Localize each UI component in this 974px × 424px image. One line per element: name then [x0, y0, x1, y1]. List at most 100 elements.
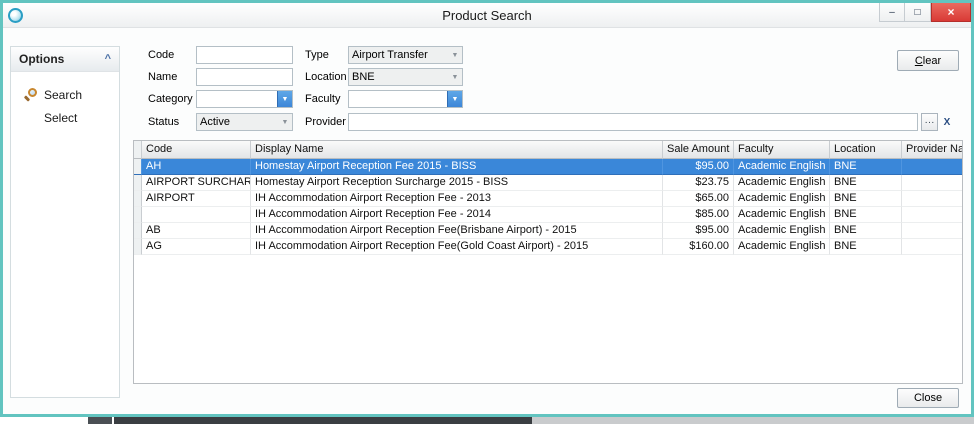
location-dropdown[interactable]: BNE ▼ [348, 68, 463, 86]
name-label: Name [148, 68, 177, 86]
cell-provider-name [902, 239, 962, 255]
cell-faculty: Academic English [734, 207, 830, 223]
column-header-code[interactable]: Code [142, 141, 251, 159]
category-dropdown[interactable]: ▼ [196, 90, 293, 108]
search-icon-glass [28, 88, 37, 97]
cell-code: AB [142, 223, 251, 239]
cell-code [142, 207, 251, 223]
desktop-background [0, 417, 974, 424]
clear-x-icon: X [944, 117, 951, 128]
category-label: Category [148, 90, 193, 108]
faculty-label: Faculty [305, 90, 340, 108]
collapse-chevron-icon[interactable]: ^ [105, 53, 111, 65]
table-row[interactable]: AG IH Accommodation Airport Reception Fe… [134, 239, 962, 255]
status-dropdown-arrow-icon[interactable]: ▼ [278, 114, 292, 130]
category-value [197, 91, 277, 107]
table-row[interactable]: AIRPORT IH Accommodation Airport Recepti… [134, 191, 962, 207]
table-row[interactable]: IH Accommodation Airport Reception Fee -… [134, 207, 962, 223]
column-header-faculty[interactable]: Faculty [734, 141, 830, 159]
type-dropdown[interactable]: Airport Transfer ▼ [348, 46, 463, 64]
close-icon: × [947, 5, 954, 19]
app-icon [8, 8, 23, 23]
faculty-dropdown-arrow-icon[interactable]: ▼ [447, 91, 462, 107]
sidebar-item-select[interactable]: Select [44, 111, 119, 125]
cell-code: AG [142, 239, 251, 255]
close-button[interactable]: Close [897, 388, 959, 408]
cell-code: AH [142, 159, 251, 175]
clear-button[interactable]: Clear [897, 50, 959, 71]
cell-location: BNE [830, 223, 902, 239]
row-marker [134, 175, 142, 191]
status-value: Active [197, 114, 278, 130]
options-panel-title: Options [19, 52, 64, 66]
code-input[interactable] [196, 46, 293, 64]
maximize-button[interactable]: □ [905, 3, 931, 22]
titlebar[interactable]: Product Search – □ × [3, 3, 971, 28]
results-grid: Code Display Name Sale Amount Faculty Lo… [133, 140, 963, 384]
table-row[interactable]: AIRPORT SURCHARGE Homestay Airport Recep… [134, 175, 962, 191]
cell-display-name: IH Accommodation Airport Reception Fee(G… [251, 239, 663, 255]
provider-clear-button[interactable]: X [940, 113, 954, 131]
status-label: Status [148, 113, 179, 131]
location-dropdown-arrow-icon[interactable]: ▼ [448, 69, 462, 85]
cell-sale-amount: $65.00 [663, 191, 734, 207]
faculty-dropdown[interactable]: ▼ [348, 90, 463, 108]
cell-sale-amount: $160.00 [663, 239, 734, 255]
client-area: Options ^ Search Select Code Name Catego… [3, 28, 971, 414]
cell-provider-name [902, 159, 962, 175]
cell-display-name: IH Accommodation Airport Reception Fee -… [251, 207, 663, 223]
faculty-value [349, 91, 447, 107]
cell-sale-amount: $85.00 [663, 207, 734, 223]
header-marker-cell [134, 141, 142, 159]
location-label: Location [305, 68, 347, 86]
code-label: Code [148, 46, 174, 64]
maximize-icon: □ [914, 7, 920, 18]
table-row[interactable]: AH Homestay Airport Reception Fee 2015 -… [134, 159, 962, 175]
type-label: Type [305, 46, 329, 64]
cell-provider-name [902, 191, 962, 207]
taskbar-fragment [88, 417, 112, 424]
sidebar-item-select-label: Select [44, 111, 77, 125]
clear-button-label: Clear [915, 55, 941, 67]
cell-faculty: Academic English [734, 159, 830, 175]
minimize-button[interactable]: – [879, 3, 905, 22]
type-dropdown-arrow-icon[interactable]: ▼ [448, 47, 462, 63]
row-marker [134, 223, 142, 239]
column-header-display-name[interactable]: Display Name [251, 141, 663, 159]
cell-display-name: IH Accommodation Airport Reception Fee(B… [251, 223, 663, 239]
search-icon [23, 88, 37, 102]
close-button-label: Close [914, 392, 942, 404]
provider-browse-button[interactable]: ··· [921, 113, 938, 131]
status-dropdown[interactable]: Active ▼ [196, 113, 293, 131]
provider-input[interactable] [348, 113, 918, 131]
minimize-icon: – [889, 7, 895, 18]
close-window-button[interactable]: × [931, 3, 971, 22]
cell-faculty: Academic English [734, 239, 830, 255]
cell-faculty: Academic English [734, 223, 830, 239]
row-marker [134, 191, 142, 207]
cell-location: BNE [830, 207, 902, 223]
cell-provider-name [902, 207, 962, 223]
column-header-location[interactable]: Location [830, 141, 902, 159]
table-row[interactable]: AB IH Accommodation Airport Reception Fe… [134, 223, 962, 239]
cell-location: BNE [830, 239, 902, 255]
cell-location: BNE [830, 191, 902, 207]
options-panel: Options ^ Search Select [10, 46, 120, 398]
sidebar-item-search[interactable]: Search [23, 88, 119, 102]
name-input[interactable] [196, 68, 293, 86]
grid-header-row: Code Display Name Sale Amount Faculty Lo… [134, 141, 962, 159]
cell-code: AIRPORT SURCHARGE [142, 175, 251, 191]
category-dropdown-arrow-icon[interactable]: ▼ [277, 91, 292, 107]
window-title: Product Search [3, 8, 971, 23]
window-controls: – □ × [879, 3, 971, 22]
location-value: BNE [349, 69, 448, 85]
options-panel-header[interactable]: Options ^ [11, 47, 119, 72]
column-header-sale-amount[interactable]: Sale Amount [663, 141, 734, 159]
row-marker [134, 207, 142, 223]
cell-sale-amount: $23.75 [663, 175, 734, 191]
cell-display-name: Homestay Airport Reception Fee 2015 - BI… [251, 159, 663, 175]
cell-display-name: Homestay Airport Reception Surcharge 201… [251, 175, 663, 191]
type-value: Airport Transfer [349, 47, 448, 63]
column-header-provider-name[interactable]: Provider Name [902, 141, 962, 159]
cell-faculty: Academic English [734, 175, 830, 191]
